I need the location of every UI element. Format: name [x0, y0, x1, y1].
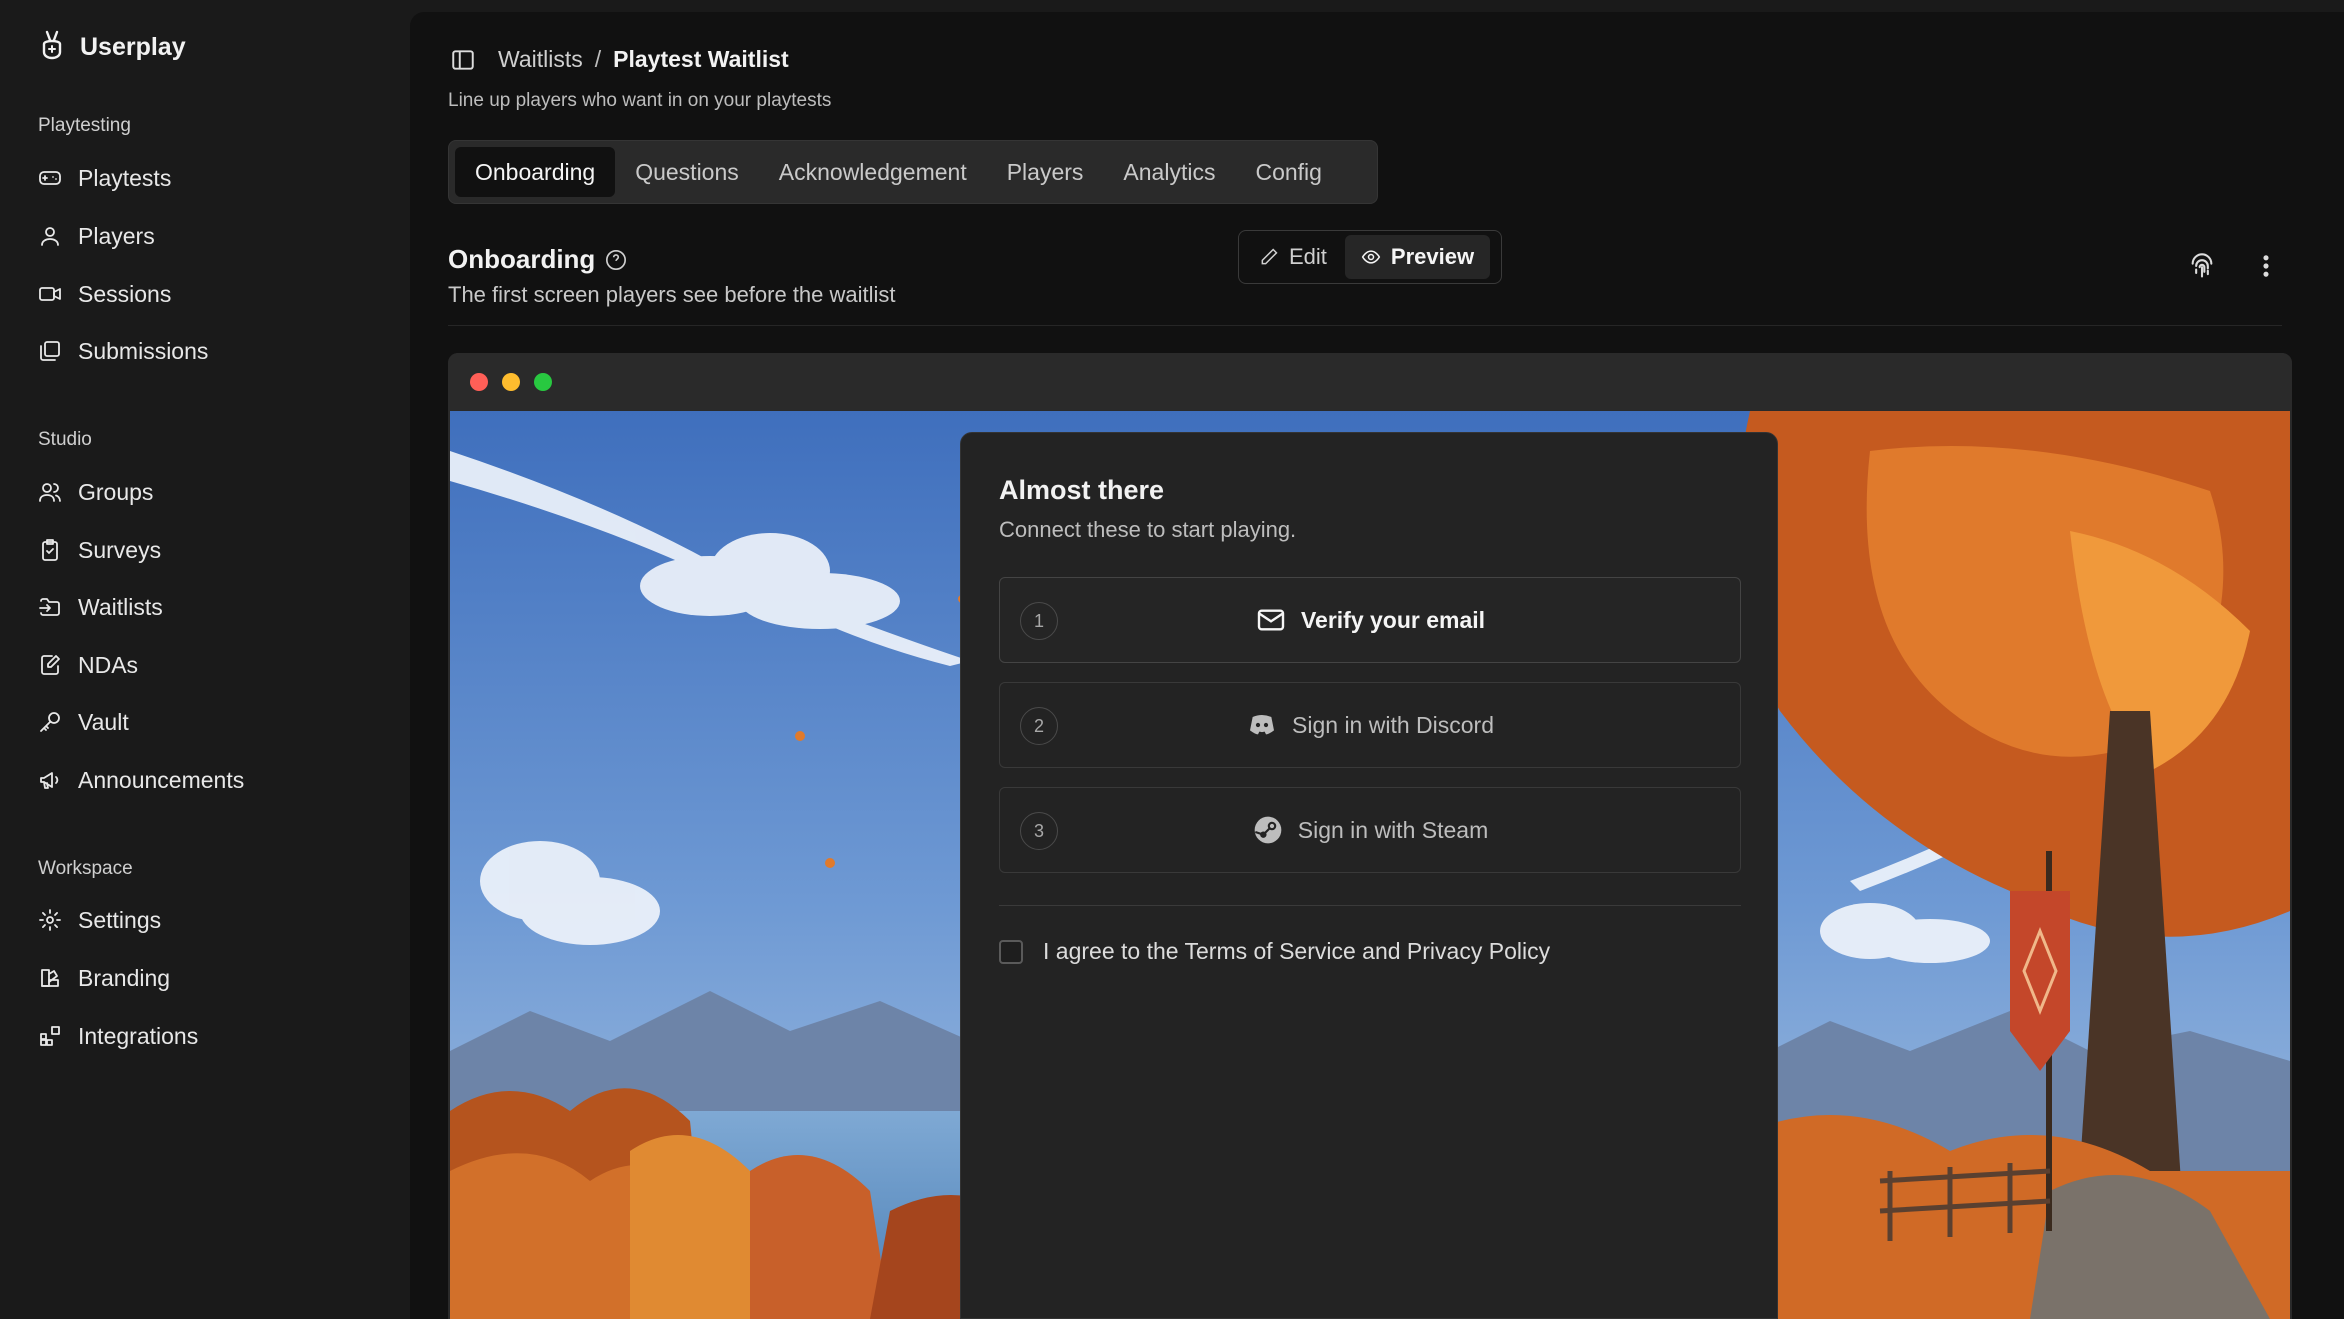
user-icon — [41, 227, 59, 246]
page-subtitle: Line up players who want in on your play… — [448, 90, 832, 111]
nav-section-playtesting: Playtesting — [38, 115, 131, 136]
sidebar-item-label: Players — [78, 222, 155, 249]
sidebar-item-surveys[interactable]: Surveys — [38, 530, 161, 570]
sidebar-item-players[interactable]: Players — [38, 216, 155, 256]
nav-section-workspace: Workspace — [38, 858, 133, 879]
fingerprint-button[interactable] — [2188, 252, 2216, 285]
sidebar-item-label: Playtests — [78, 164, 172, 191]
sidebar-item-label: Announcements — [78, 766, 245, 793]
sidebar-item-label: NDAs — [78, 651, 139, 678]
sidebar-toggle-icon[interactable] — [450, 47, 476, 73]
gallery-icon — [40, 341, 60, 361]
sidebar-item-label: Submissions — [78, 337, 209, 364]
card-subtitle: Connect these to start playing. — [999, 517, 1297, 542]
window-minimize-dot — [502, 373, 520, 391]
clipboard-icon — [42, 539, 58, 561]
section-title-text: Onboarding — [448, 244, 596, 274]
nav-section-studio: Studio — [38, 429, 92, 450]
breadcrumb-waitlists[interactable]: Waitlists — [498, 46, 583, 73]
card-divider — [999, 905, 1741, 906]
sidebar-item-label: Vault — [78, 708, 129, 735]
mail-icon — [1257, 609, 1285, 631]
sidebar-item-label: Settings — [78, 906, 162, 933]
brand-name: Userplay — [80, 32, 186, 61]
gear-icon — [39, 909, 61, 931]
sidebar: Userplay Playtesting Playtests Players S… — [0, 0, 410, 1319]
megaphone-icon — [40, 772, 59, 789]
folder-input-icon — [39, 598, 60, 616]
sidebar-item-label: Branding — [78, 964, 171, 991]
step-label-wrap: Sign in with Discord — [1000, 683, 1740, 767]
sidebar-item-integrations[interactable]: Integrations — [38, 1016, 198, 1056]
file-pen-icon — [41, 655, 60, 675]
palette-icon — [41, 969, 59, 987]
window-close-dot — [470, 373, 488, 391]
users-icon — [39, 483, 61, 502]
sidebar-item-label: Waitlists — [78, 593, 163, 620]
more-vertical-icon — [2263, 255, 2269, 277]
discord-icon — [1250, 715, 1275, 735]
sidebar-item-sessions[interactable]: Sessions — [38, 274, 171, 314]
fingerprint-icon — [2191, 253, 2213, 278]
brand[interactable]: Userplay — [38, 30, 186, 64]
blocks-icon — [40, 1026, 60, 1046]
gamepad-icon — [39, 171, 61, 185]
key-icon — [40, 712, 60, 732]
tab-questions[interactable]: Questions — [615, 147, 759, 197]
discord-signin-step[interactable]: 2 Sign in with Discord — [999, 682, 1741, 768]
sidebar-item-playtests[interactable]: Playtests — [38, 158, 171, 198]
sidebar-item-label: Integrations — [78, 1022, 199, 1049]
tab-config[interactable]: Config — [1235, 147, 1341, 197]
preview-titlebar — [448, 353, 2292, 411]
tab-analytics[interactable]: Analytics — [1103, 147, 1235, 197]
edit-label: Edit — [1289, 244, 1327, 269]
more-options-button[interactable] — [2252, 252, 2280, 285]
sidebar-item-ndas[interactable]: NDAs — [38, 645, 138, 685]
verify-email-step[interactable]: 1 Verify your email — [999, 577, 1741, 663]
header-divider — [448, 325, 2282, 326]
section-description: The first screen players see before the … — [448, 282, 896, 307]
onboarding-card: Almost there Connect these to start play… — [960, 432, 1778, 1319]
sidebar-item-branding[interactable]: Branding — [38, 958, 170, 998]
sidebar-item-waitlists[interactable]: Waitlists — [38, 587, 163, 627]
step-label: Verify your email — [1300, 606, 1486, 633]
sidebar-item-submissions[interactable]: Submissions — [38, 331, 208, 371]
help-circle-icon[interactable] — [605, 249, 627, 271]
edit-button[interactable]: Edit — [1243, 235, 1343, 279]
sidebar-item-vault[interactable]: Vault — [38, 702, 129, 742]
sidebar-item-label: Sessions — [78, 280, 172, 307]
step-label: Sign in with Steam — [1297, 816, 1489, 843]
terms-checkbox[interactable] — [999, 939, 1023, 964]
tab-acknowledgement[interactable]: Acknowledgement — [759, 147, 987, 197]
breadcrumb-current: Playtest Waitlist — [613, 46, 789, 72]
eye-icon — [1361, 250, 1381, 264]
userplay-logo-icon — [42, 30, 62, 60]
preview-button[interactable]: Preview — [1344, 235, 1491, 279]
tab-players[interactable]: Players — [987, 147, 1104, 197]
sidebar-item-groups[interactable]: Groups — [38, 472, 153, 512]
breadcrumb-separator: / — [594, 46, 602, 72]
step-label-wrap: Verify your email — [1000, 578, 1740, 662]
section-title: Onboarding — [448, 244, 627, 275]
window-maximize-dot — [534, 373, 552, 391]
terms-label[interactable]: I agree to the Terms of Service and Priv… — [1043, 938, 1550, 965]
sidebar-item-announcements[interactable]: Announcements — [38, 760, 244, 800]
steam-signin-step[interactable]: 3 Sign in with Steam — [999, 787, 1741, 873]
preview-label: Preview — [1390, 244, 1475, 269]
step-label-wrap: Sign in with Steam — [1000, 788, 1740, 872]
main-panel: Waitlists / Playtest Waitlist Line up pl… — [410, 12, 2344, 1319]
terms-agreement: I agree to the Terms of Service and Priv… — [999, 938, 1550, 965]
steam-icon — [1254, 816, 1282, 844]
sidebar-item-settings[interactable]: Settings — [38, 900, 161, 940]
card-title: Almost there — [999, 475, 1165, 505]
tab-onboarding[interactable]: Onboarding — [455, 147, 616, 197]
breadcrumb: Waitlists / Playtest Waitlist — [450, 46, 789, 73]
pencil-icon — [1261, 248, 1278, 265]
sidebar-item-label: Groups — [78, 478, 154, 505]
step-label: Sign in with Discord — [1292, 711, 1494, 738]
edit-preview-toggle: Edit Preview — [1238, 230, 1502, 284]
video-icon — [39, 287, 61, 301]
sidebar-item-label: Surveys — [78, 536, 162, 563]
tab-bar: Onboarding Questions Acknowledgement Pla… — [448, 140, 1378, 204]
